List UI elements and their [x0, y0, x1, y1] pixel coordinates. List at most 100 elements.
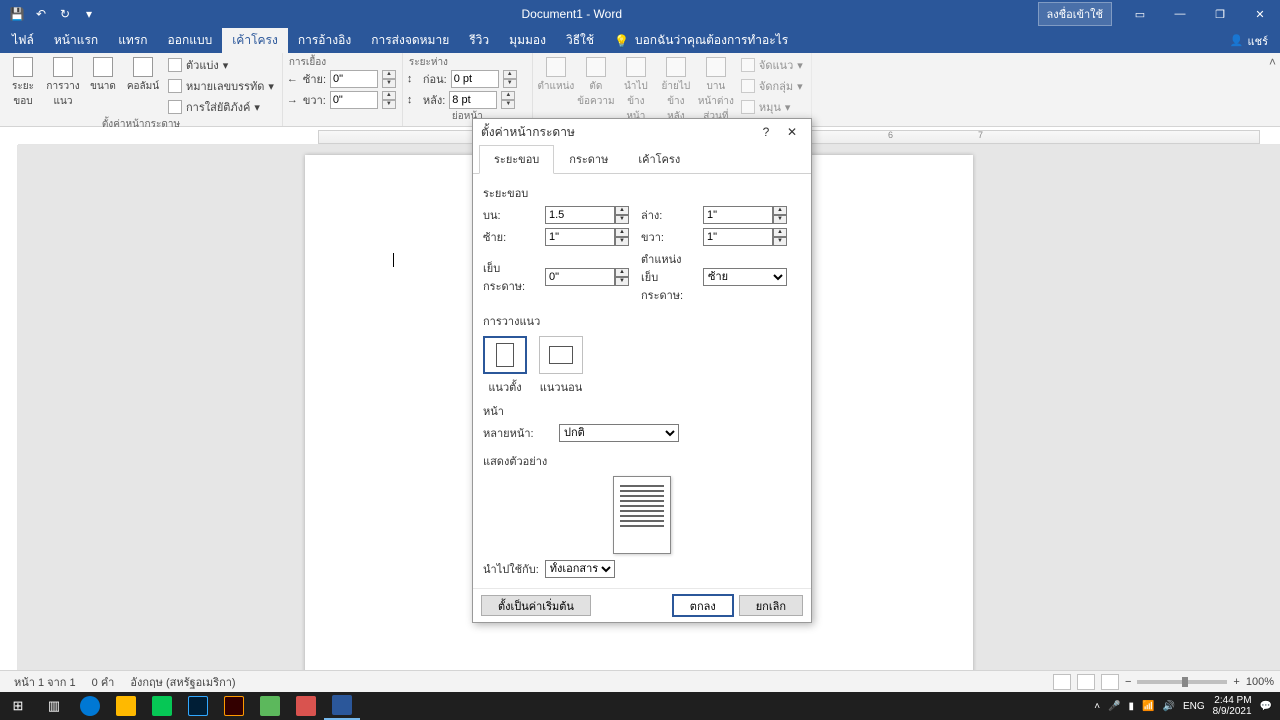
- zoom-slider[interactable]: [1137, 680, 1227, 684]
- line-numbers-button[interactable]: หมายเลขบรรทัด ▾: [164, 76, 278, 96]
- orientation-portrait[interactable]: แนวตั้ง: [483, 336, 527, 396]
- indent-right-icon: →: [287, 94, 299, 106]
- collapse-ribbon-icon[interactable]: ˄: [1269, 55, 1276, 69]
- spinner-gutter[interactable]: ▲▼: [615, 268, 629, 286]
- indent-left-input[interactable]: [330, 70, 378, 88]
- input-left[interactable]: [545, 228, 615, 246]
- landscape-label: แนวนอน: [540, 378, 582, 396]
- zoom-level[interactable]: 100%: [1246, 676, 1274, 688]
- tab-mailings[interactable]: การส่งจดหมาย: [361, 28, 459, 53]
- spacing-before-input[interactable]: [451, 70, 499, 88]
- indent-right-input[interactable]: [330, 91, 378, 109]
- dialog-help-icon[interactable]: ?: [755, 122, 777, 142]
- tray-sound-icon[interactable]: 🔊: [1162, 701, 1174, 712]
- tab-design[interactable]: ออกแบบ: [158, 28, 223, 53]
- select-gutter-pos[interactable]: ซ้าย: [703, 268, 787, 286]
- indent-right-spinner[interactable]: ▲▼: [382, 91, 396, 109]
- indent-left-spinner[interactable]: ▲▼: [382, 70, 396, 88]
- view-web-icon[interactable]: [1101, 674, 1119, 690]
- input-top[interactable]: [545, 206, 615, 224]
- tab-layout[interactable]: เค้าโครง: [222, 28, 288, 53]
- close-icon[interactable]: ✕: [1240, 0, 1280, 28]
- line-icon[interactable]: [144, 692, 180, 720]
- status-language[interactable]: อังกฤษ (สหรัฐอเมริกา): [122, 673, 243, 691]
- input-right[interactable]: [703, 228, 773, 246]
- dialog-tab-paper[interactable]: กระดาษ: [554, 145, 623, 173]
- tray-lang[interactable]: ENG: [1183, 701, 1205, 712]
- signin-button[interactable]: ลงชื่อเข้าใช้: [1038, 2, 1112, 26]
- view-read-icon[interactable]: [1053, 674, 1071, 690]
- size-button[interactable]: ขนาด: [84, 55, 122, 96]
- tray-wifi-icon[interactable]: 📶: [1142, 701, 1154, 712]
- spinner-left[interactable]: ▲▼: [615, 228, 629, 246]
- dialog-close-icon[interactable]: ✕: [781, 122, 803, 142]
- tab-file[interactable]: ไฟล์: [2, 28, 44, 53]
- label-multiple-pages: หลายหน้า:: [483, 424, 553, 442]
- dialog-tab-margins[interactable]: ระยะขอบ: [479, 145, 554, 174]
- input-gutter[interactable]: [545, 268, 615, 286]
- tray-clock[interactable]: 2:44 PM 8/9/2021: [1213, 695, 1252, 717]
- save-icon[interactable]: 💾: [6, 3, 28, 25]
- orientation-button[interactable]: การวางแนว: [44, 55, 82, 111]
- start-button[interactable]: ⊞: [0, 692, 36, 720]
- dialog-titlebar[interactable]: ตั้งค่าหน้ากระดาษ ? ✕: [473, 119, 811, 145]
- tray-battery-icon[interactable]: ▮: [1129, 701, 1135, 712]
- maximize-icon[interactable]: ❐: [1200, 0, 1240, 28]
- tab-view[interactable]: มุมมอง: [499, 28, 556, 53]
- status-words[interactable]: 0 คำ: [84, 673, 123, 691]
- text-cursor: [393, 253, 394, 267]
- set-default-button[interactable]: ตั้งเป็นค่าเริ่มต้น: [481, 595, 591, 616]
- margins-label: ระยะขอบ: [6, 79, 40, 109]
- spacing-before-spinner[interactable]: ▲▼: [503, 70, 517, 88]
- tray-notifications-icon[interactable]: 💬: [1260, 701, 1272, 712]
- tab-help[interactable]: วิธีใช้: [556, 28, 604, 53]
- ribbon-options-icon[interactable]: ▭: [1120, 0, 1160, 28]
- vertical-ruler[interactable]: [0, 145, 18, 678]
- spinner-top[interactable]: ▲▼: [615, 206, 629, 224]
- breaks-button[interactable]: ตัวแบ่ง ▾: [164, 55, 278, 75]
- section-preview: แสดงตัวอย่าง: [483, 452, 801, 470]
- status-page[interactable]: หน้า 1 จาก 1: [6, 673, 84, 691]
- orientation-landscape[interactable]: แนวนอน: [539, 336, 583, 396]
- cancel-button[interactable]: ยกเลิก: [739, 595, 803, 616]
- task-view-icon[interactable]: ▥: [36, 692, 72, 720]
- zoom-out-icon[interactable]: −: [1125, 676, 1131, 688]
- redo-icon[interactable]: ↻: [54, 3, 76, 25]
- tray-chevron-icon[interactable]: ˄: [1094, 701, 1100, 712]
- dialog-tab-layout[interactable]: เค้าโครง: [623, 145, 695, 173]
- backward-button: ย้ายไปข้างหลัง: [657, 55, 695, 126]
- select-apply-to[interactable]: ทั้งเอกสาร: [545, 560, 615, 578]
- edge-icon[interactable]: [72, 692, 108, 720]
- tab-insert[interactable]: แทรก: [108, 28, 157, 53]
- align-button[interactable]: จัดแนว ▾: [737, 55, 807, 75]
- qat-more-icon[interactable]: ▾: [78, 3, 100, 25]
- spacing-after-spinner[interactable]: ▲▼: [501, 91, 515, 109]
- camtasia-icon[interactable]: [252, 692, 288, 720]
- share-button[interactable]: 👤 แชร์: [1218, 28, 1280, 53]
- spacing-after-input[interactable]: [449, 91, 497, 109]
- zoom-in-icon[interactable]: +: [1233, 676, 1239, 688]
- minimize-icon[interactable]: —: [1160, 0, 1200, 28]
- photoshop-icon[interactable]: [180, 692, 216, 720]
- tab-home[interactable]: หน้าแรก: [44, 28, 108, 53]
- explorer-icon[interactable]: [108, 692, 144, 720]
- spinner-right[interactable]: ▲▼: [773, 228, 787, 246]
- margins-button[interactable]: ระยะขอบ: [4, 55, 42, 111]
- input-bottom[interactable]: [703, 206, 773, 224]
- spacing-after-row: ↕ หลัง: ▲▼: [407, 91, 515, 109]
- app-c-icon[interactable]: [288, 692, 324, 720]
- view-print-icon[interactable]: [1077, 674, 1095, 690]
- tray-mic-icon[interactable]: 🎤: [1108, 701, 1120, 712]
- word-icon[interactable]: [324, 692, 360, 720]
- ok-button[interactable]: ตกลง: [673, 595, 733, 616]
- backward-icon: [666, 57, 686, 77]
- tab-references[interactable]: การอ้างอิง: [288, 28, 361, 53]
- columns-button[interactable]: คอลัมน์: [124, 55, 162, 96]
- undo-icon[interactable]: ↶: [30, 3, 52, 25]
- tell-me-search[interactable]: 💡 บอกฉันว่าคุณต้องการทำอะไร: [604, 28, 798, 53]
- select-multiple-pages[interactable]: ปกติ: [559, 424, 679, 442]
- illustrator-icon[interactable]: [216, 692, 252, 720]
- tab-review[interactable]: รีวิว: [459, 28, 499, 53]
- spinner-bottom[interactable]: ▲▼: [773, 206, 787, 224]
- hyphenation-button[interactable]: การใส่ยัติภังค์ ▾: [164, 97, 278, 117]
